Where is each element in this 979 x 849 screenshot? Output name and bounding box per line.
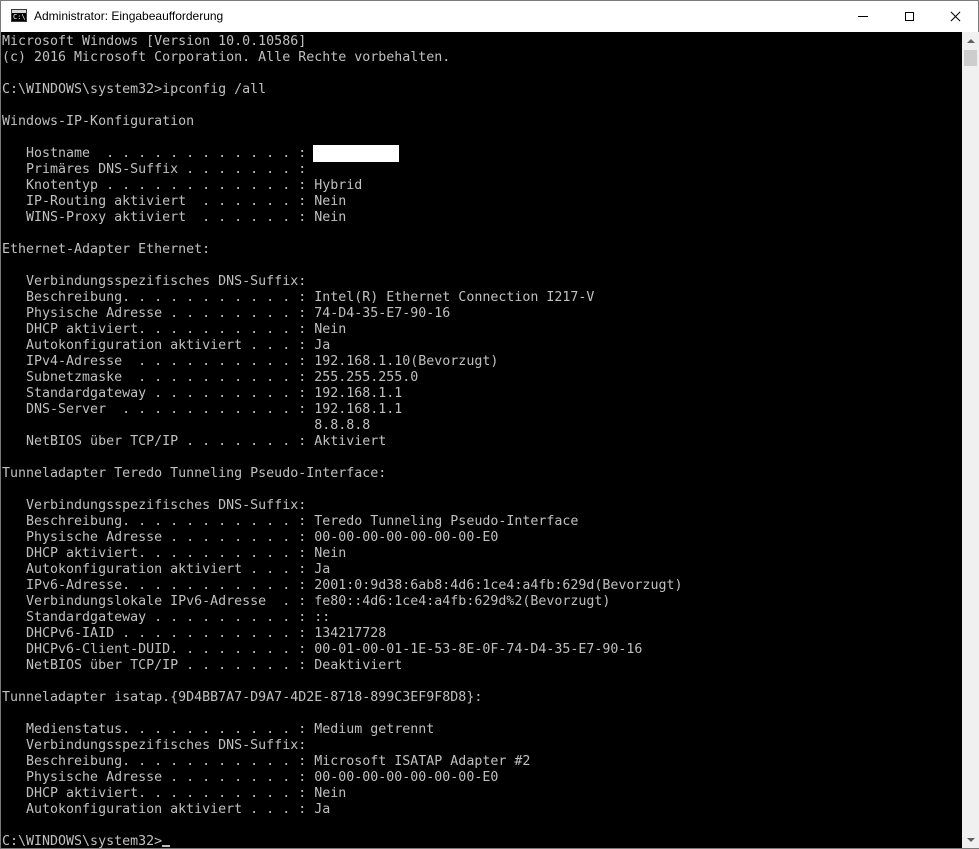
text-cursor [162,845,170,847]
console-line: Hostname . . . . . . . . . . . . : [2,146,307,161]
console-line: Verbindungsspezifisches DNS-Suffix: [2,274,307,289]
arrow-down-icon [966,837,975,842]
console-line: Ethernet-Adapter Ethernet: [2,242,211,257]
console-line: IPv4-Adresse . . . . . . . . . . : 192.1… [2,354,499,369]
console-line: DHCP aktiviert. . . . . . . . . . : Nein [2,786,347,801]
scroll-up-button[interactable] [962,32,979,49]
console-line: Knotentyp . . . . . . . . . . . . : Hybr… [2,178,363,193]
console-line: Physische Adresse . . . . . . . . : 74-D… [2,306,451,321]
minimize-button[interactable] [840,1,886,32]
vertical-scrollbar[interactable] [962,32,979,848]
console-line: Autokonfiguration aktiviert . . . : Ja [2,338,331,353]
console-line: DHCP aktiviert. . . . . . . . . . : Nein [2,546,347,561]
console-line: IPv6-Adresse. . . . . . . . . . . : 2001… [2,578,683,593]
console-line: Tunneladapter Teredo Tunneling Pseudo-In… [2,466,387,481]
console-line: NetBIOS über TCP/IP . . . . . . . : Akti… [2,434,387,449]
console-line: Physische Adresse . . . . . . . . : 00-0… [2,530,499,545]
console-line: C:\WINDOWS\system32>ipconfig /all [2,82,267,97]
redacted-hostname [313,145,399,162]
console-line: DNS-Server . . . . . . . . . . . : 192.1… [2,402,403,417]
console-line: 8.8.8.8 [2,418,371,433]
console-line: IP-Routing aktiviert . . . . . . : Nein [2,194,347,209]
console-line: DHCPv6-IAID . . . . . . . . . . . : 1342… [2,626,387,641]
command-prompt-window: C:\ Administrator: Eingabeaufforderung M… [0,0,979,849]
console-line: Microsoft Windows [Version 10.0.10586] [2,34,307,49]
console-line: Windows-IP-Konfiguration [2,114,195,129]
console-output[interactable]: Microsoft Windows [Version 10.0.10586] (… [1,32,961,848]
title-bar[interactable]: C:\ Administrator: Eingabeaufforderung [1,1,978,32]
cmd-icon-glyph: C:\ [13,13,26,21]
maximize-button[interactable] [886,1,932,32]
console-line: Beschreibung. . . . . . . . . . . : Tere… [2,514,579,529]
scrollbar-thumb[interactable] [964,50,977,66]
console-line: Verbindungsspezifisches DNS-Suffix: [2,498,307,513]
window-title: Administrator: Eingabeaufforderung [34,9,224,23]
console-line: Beschreibung. . . . . . . . . . . : Micr… [2,754,531,769]
console-line: Standardgateway . . . . . . . . . : :: [2,610,331,625]
scroll-down-button[interactable] [962,831,979,848]
console-line: Standardgateway . . . . . . . . . : 192.… [2,386,403,401]
console-line: Subnetzmaske . . . . . . . . . . : 255.2… [2,370,419,385]
console-line: Tunneladapter isatap.{9D4BB7A7-D9A7-4D2E… [2,690,483,705]
close-icon [950,11,961,22]
console-line: Physische Adresse . . . . . . . . : 00-0… [2,770,499,785]
console-line: (c) 2016 Microsoft Corporation. Alle Rec… [2,50,451,65]
arrow-up-icon [966,38,975,43]
maximize-icon [904,12,914,21]
console-line: Primäres DNS-Suffix . . . . . . . : [2,162,307,177]
console-line: Medienstatus. . . . . . . . . . . : Medi… [2,722,435,737]
minimize-icon [858,16,868,17]
close-button[interactable] [932,1,978,32]
console-line: Verbindungsspezifisches DNS-Suffix: [2,738,307,753]
console-line: Verbindungslokale IPv6-Adresse . : fe80:… [2,594,611,609]
console-line: WINS-Proxy aktiviert . . . . . . : Nein [2,210,347,225]
console-line: Autokonfiguration aktiviert . . . : Ja [2,802,331,817]
cmd-icon[interactable]: C:\ [11,9,27,22]
console-line: DHCP aktiviert. . . . . . . . . . : Nein [2,322,347,337]
console-line: Autokonfiguration aktiviert . . . : Ja [2,562,331,577]
console-line: NetBIOS über TCP/IP . . . . . . . : Deak… [2,658,403,673]
console-line: C:\WINDOWS\system32> [2,834,163,848]
console-line: Beschreibung. . . . . . . . . . . : Inte… [2,290,595,305]
console-line: DHCPv6-Client-DUID. . . . . . . . : 00-0… [2,642,643,657]
